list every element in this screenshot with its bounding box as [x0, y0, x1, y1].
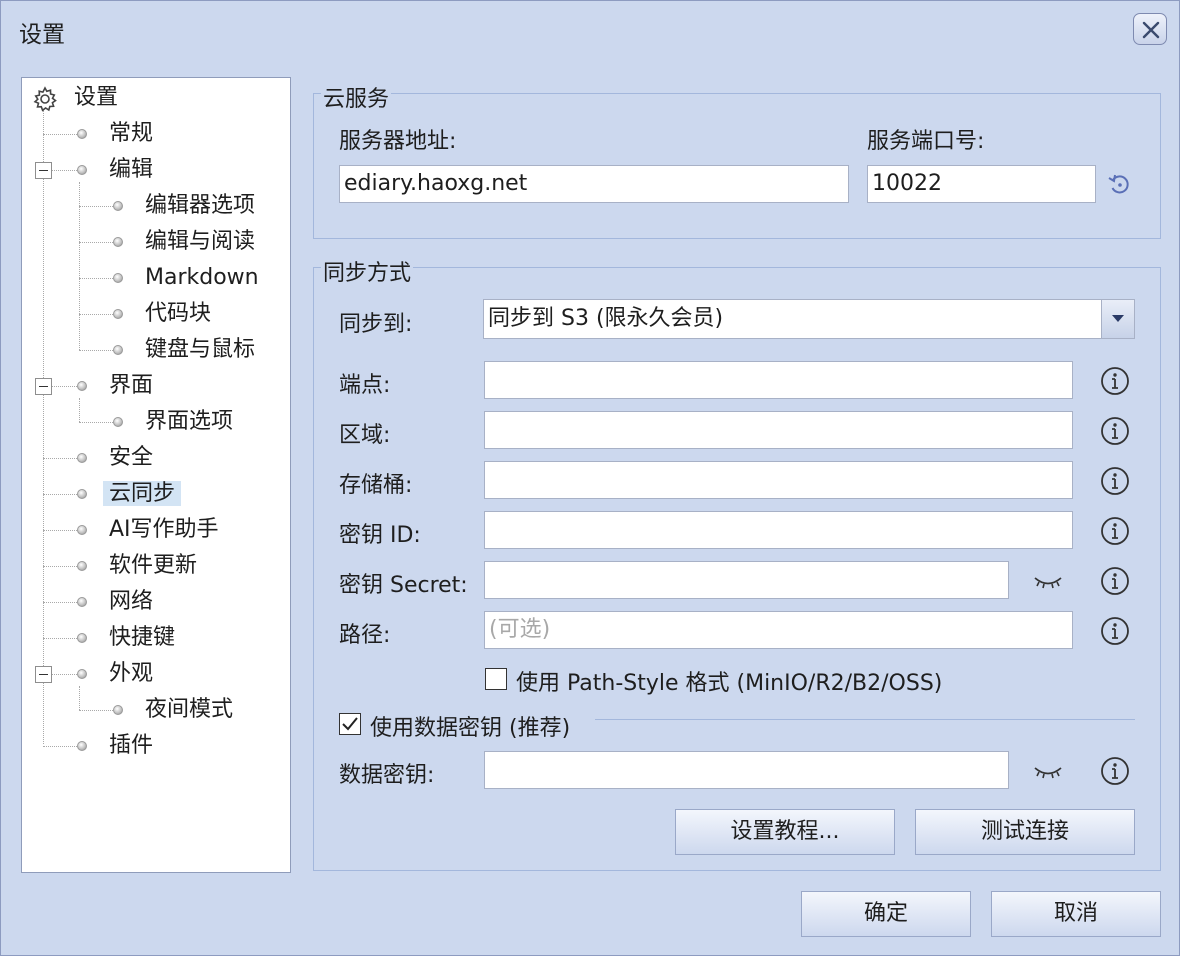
cancel-button[interactable]: 取消 [991, 891, 1161, 937]
eye-closed-icon[interactable] [1033, 763, 1063, 781]
info-icon[interactable] [1100, 516, 1130, 546]
collapse-toggle-appearance[interactable] [35, 666, 52, 683]
region-label: 区域: [339, 423, 391, 448]
tree-item-software-update[interactable]: 软件更新 [103, 551, 203, 581]
tree-item-edit-read[interactable]: 编辑与阅读 [139, 227, 261, 257]
tree-item-interface-options[interactable]: 界面选项 [139, 407, 239, 437]
info-icon[interactable] [1100, 566, 1130, 596]
path-label: 路径: [339, 623, 391, 648]
info-icon[interactable] [1100, 366, 1130, 396]
endpoint-input[interactable] [484, 361, 1073, 399]
collapse-toggle-interface[interactable] [35, 378, 52, 395]
server-address-label: 服务器地址: [339, 129, 457, 154]
tree-item-root[interactable]: 设置 [68, 83, 124, 113]
tree-item-appearance[interactable]: 外观 [103, 659, 159, 689]
server-address-input[interactable]: ediary.haoxg.net [339, 165, 849, 203]
test-connection-button[interactable]: 测试连接 [915, 809, 1135, 855]
path-style-checkbox[interactable] [485, 668, 507, 690]
bucket-input[interactable] [484, 461, 1073, 499]
dropdown-arrow-icon[interactable] [1101, 300, 1134, 338]
use-data-key-label: 使用数据密钥 (推荐) [370, 716, 571, 741]
tree-item-shortcuts[interactable]: 快捷键 [103, 623, 181, 653]
sync-to-dropdown[interactable]: 同步到 S3 (限永久会员) [483, 299, 1135, 339]
tree-item-markdown[interactable]: Markdown [139, 263, 265, 293]
settings-tree[interactable]: 设置 常规 编辑 编辑器选项 编辑与阅读 Markdown 代码块 键盘与鼠标 … [21, 77, 291, 873]
info-icon[interactable] [1100, 756, 1130, 786]
sync-to-value: 同步到 S3 (限永久会员) [488, 306, 724, 331]
gear-icon [33, 86, 57, 112]
data-key-label: 数据密钥: [339, 763, 435, 788]
cloud-service-title: 云服务 [321, 81, 392, 113]
key-secret-input[interactable] [484, 561, 1009, 599]
eye-closed-icon[interactable] [1033, 573, 1063, 591]
data-key-input[interactable] [484, 751, 1009, 789]
tree-item-code-block[interactable]: 代码块 [139, 299, 217, 329]
info-icon[interactable] [1100, 616, 1130, 646]
sync-method-title: 同步方式 [321, 255, 414, 287]
setup-tutorial-button[interactable]: 设置教程... [675, 809, 895, 855]
server-port-label: 服务端口号: [867, 129, 985, 154]
path-style-label: 使用 Path-Style 格式 (MinIO/R2/B2/OSS) [516, 671, 943, 696]
region-input[interactable] [484, 411, 1073, 449]
tree-item-general[interactable]: 常规 [103, 119, 159, 149]
sync-to-label: 同步到: [339, 312, 413, 337]
close-icon [1142, 21, 1160, 39]
separator-line [595, 719, 1135, 720]
tree-item-network[interactable]: 网络 [103, 587, 159, 617]
tree-item-keyboard-mouse[interactable]: 键盘与鼠标 [139, 335, 261, 365]
key-id-label: 密钥 ID: [339, 523, 421, 548]
title-bar: 设置 [1, 1, 1179, 59]
settings-window: 设置 设置 常规 编辑 编辑器选项 编辑与阅读 Markdown 代码块 键盘与… [0, 0, 1180, 956]
endpoint-label: 端点: [339, 373, 391, 398]
key-secret-label: 密钥 Secret: [339, 573, 468, 598]
tree-item-edit[interactable]: 编辑 [103, 155, 159, 185]
path-input[interactable]: (可选) [484, 611, 1073, 649]
info-icon[interactable] [1100, 466, 1130, 496]
key-id-input[interactable] [484, 511, 1073, 549]
info-icon[interactable] [1100, 416, 1130, 446]
tree-item-night-mode[interactable]: 夜间模式 [139, 695, 239, 725]
tree-item-cloud-sync[interactable]: 云同步 [103, 479, 182, 509]
checkmark-icon [342, 717, 358, 731]
bucket-label: 存储桶: [339, 473, 413, 498]
tree-item-interface[interactable]: 界面 [103, 371, 159, 401]
window-title: 设置 [19, 22, 65, 48]
tree-item-editor-options[interactable]: 编辑器选项 [139, 191, 261, 221]
tree-item-plugins[interactable]: 插件 [103, 731, 159, 761]
tree-item-ai-assistant[interactable]: AI写作助手 [103, 515, 225, 545]
tree-item-security[interactable]: 安全 [103, 443, 159, 473]
ok-button[interactable]: 确定 [801, 891, 971, 937]
use-data-key-checkbox[interactable] [339, 713, 361, 735]
refresh-icon[interactable] [1107, 172, 1133, 198]
close-button[interactable] [1133, 13, 1167, 45]
collapse-toggle-edit[interactable] [35, 162, 52, 179]
server-port-input[interactable]: 10022 [867, 165, 1096, 203]
